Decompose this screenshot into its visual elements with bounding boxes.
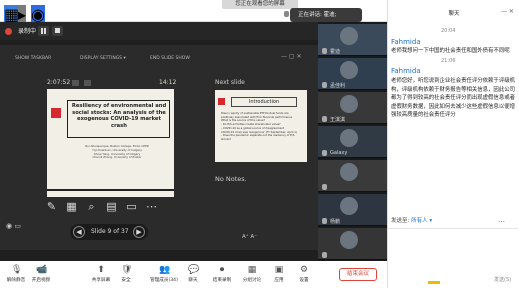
mic-icon: 🎙 — [11, 265, 23, 275]
font-size-controls[interactable]: A⁺ A⁻ — [242, 234, 257, 240]
avatar — [340, 231, 358, 249]
chat-message-1: 老师我想问一下中国的社会责任和国外债有不同呢 — [391, 48, 510, 54]
reset-timer-icon[interactable] — [84, 80, 91, 86]
recording-dot-icon — [5, 28, 12, 35]
toolbar-label: 开启视频 — [31, 278, 51, 283]
next-slide-title: Introduction — [231, 97, 297, 107]
window-controls[interactable]: — ▢ ✕ — [281, 53, 302, 60]
grid-icon[interactable]: ▦ — [65, 200, 78, 213]
next-slide-bullets: Rise in equity of sustainable ETF/mutual… — [221, 111, 297, 141]
avatar — [340, 163, 358, 181]
send-button[interactable]: 发送(S) — [494, 276, 511, 283]
black-screen-icon[interactable]: ▭ — [125, 200, 138, 213]
mic-muted-icon — [322, 150, 327, 156]
chat-icon: 💬 — [188, 265, 200, 275]
next-slide-red-square — [218, 98, 225, 105]
display-settings-button[interactable]: DISPLAY SETTINGS ▾ — [80, 56, 126, 61]
chat-sender-2: Fahmida — [391, 67, 421, 75]
next-slide-label: Next slide — [215, 79, 245, 86]
participant-name: 孟佳利 — [330, 83, 346, 89]
send-to-dropdown[interactable]: 所有人 ▾ — [411, 218, 432, 224]
video-icon: 📹 — [36, 265, 48, 275]
audio-video-status-icons: ◉ ▭ — [6, 222, 21, 230]
toolbar-label: 结束录制 — [212, 278, 232, 283]
video-button[interactable]: 📹 开启视频 — [26, 265, 56, 283]
participant-name: 王淇淇 — [330, 117, 346, 123]
next-slide-preview: Introduction Rise in equity of sustainab… — [215, 90, 307, 162]
chat-time-2: 21:06 — [441, 58, 456, 64]
slide-title: Resiliency of environmental and social s… — [71, 103, 167, 129]
clock: 14:12 — [159, 79, 177, 86]
more-options-icon[interactable]: ⋯ — [145, 200, 158, 213]
pause-recording-button[interactable] — [38, 26, 49, 36]
breakout-icon: ▦ — [247, 265, 257, 275]
mic-muted-icon — [322, 218, 327, 224]
chat-button[interactable]: 💬 聊天 — [178, 265, 208, 283]
previous-slide-button[interactable]: ◀ — [73, 226, 85, 238]
speaker-notes: No Notes. — [215, 175, 247, 183]
record-icon: ⏺ — [219, 265, 225, 275]
mic-muted-icon — [322, 184, 327, 190]
mic-muted-icon — [322, 82, 327, 88]
apps-icon: ▣ — [274, 265, 284, 275]
toolbar-label: 聊天 — [188, 278, 198, 283]
send-to-label: 发送至: — [391, 218, 410, 224]
toolbar-label: 管理成员(34) — [150, 278, 178, 283]
recording-label: 录制中 — [18, 28, 37, 35]
input-cursor-indicator — [428, 281, 440, 284]
send-to: 发送至: 所有人 ▾ — [391, 216, 432, 224]
breakout-button[interactable]: ▦ 分组讨论 — [237, 265, 267, 283]
participant-name: Galaxy — [330, 150, 348, 156]
avatar — [340, 27, 358, 45]
slide-authors: Rui Albuquerque, Boston College, ECGI, C… — [85, 144, 149, 160]
avatar — [340, 129, 358, 147]
mic-muted-icon — [322, 48, 327, 54]
screen-share-banner: 您正在观看您的屏幕 — [222, 0, 298, 9]
next-slide-button[interactable]: ▶ — [133, 226, 145, 238]
mic-muted-icon — [322, 116, 327, 122]
avatar — [340, 61, 358, 79]
talking-indicator: 正在讲话: 霍迪; — [290, 8, 362, 22]
subtitle-icon[interactable]: ▤ — [105, 200, 118, 213]
chat-time-1: 20:04 — [441, 28, 456, 34]
record-button[interactable]: ⏺ 结束录制 — [207, 265, 237, 283]
shield-button[interactable]: 🛡 安全 — [111, 265, 141, 283]
pause-timer-icon[interactable] — [72, 80, 79, 86]
chat-input[interactable] — [388, 228, 518, 268]
elapsed-timer: 2:07:52 — [47, 79, 71, 86]
slide-red-square — [51, 108, 61, 118]
end-slide-show-button[interactable]: END SLIDE SHOW — [150, 56, 190, 61]
participant-name: 霍迪 — [330, 49, 341, 55]
participant-name: 杨鹏 — [330, 219, 341, 225]
avatar — [340, 95, 358, 113]
current-slide: Resiliency of environmental and social s… — [47, 89, 174, 197]
toolbar-label: 设置 — [299, 278, 309, 283]
gear-button[interactable]: ⚙ 设置 — [289, 265, 319, 283]
toolbar-label: 安全 — [121, 278, 131, 283]
slide-footer-line — [47, 189, 174, 191]
zoom-icon[interactable]: ⌕ — [85, 200, 98, 213]
chat-sender-1: Fahmida — [391, 38, 421, 46]
talking-mic-icon — [284, 11, 289, 17]
chat-window-controls[interactable]: — ✕ — [501, 8, 514, 15]
people-icon: 👥 — [159, 265, 171, 275]
chat-message-2: 老师您好，听您说到企业社会责任评分依赖于评级机构，评级机构依赖于财务报告等相关信… — [391, 78, 515, 118]
stop-recording-button[interactable] — [52, 26, 63, 36]
chat-title: 聊天 — [448, 11, 460, 17]
show-taskbar-button[interactable]: SHOW TASKBAR — [15, 56, 51, 61]
pen-icon[interactable]: ✎ — [45, 200, 58, 213]
toolbar-label: 分组讨论 — [242, 278, 262, 283]
slide-counter: Slide 9 of 37 — [91, 228, 129, 235]
gear-icon: ⚙ — [299, 265, 309, 275]
end-meeting-button[interactable]: 结束会议 — [339, 268, 377, 281]
shield-icon: 🛡 — [121, 265, 133, 275]
avatar — [340, 197, 358, 215]
share-icon: ⬆ — [97, 265, 105, 275]
mic-muted-icon — [322, 252, 327, 258]
people-button[interactable]: 👥 管理成员(34) — [149, 265, 179, 283]
chat-more-icon[interactable]: … — [498, 216, 505, 224]
slide-navigator: ◀ Slide 9 of 37 ▶ — [70, 224, 148, 240]
